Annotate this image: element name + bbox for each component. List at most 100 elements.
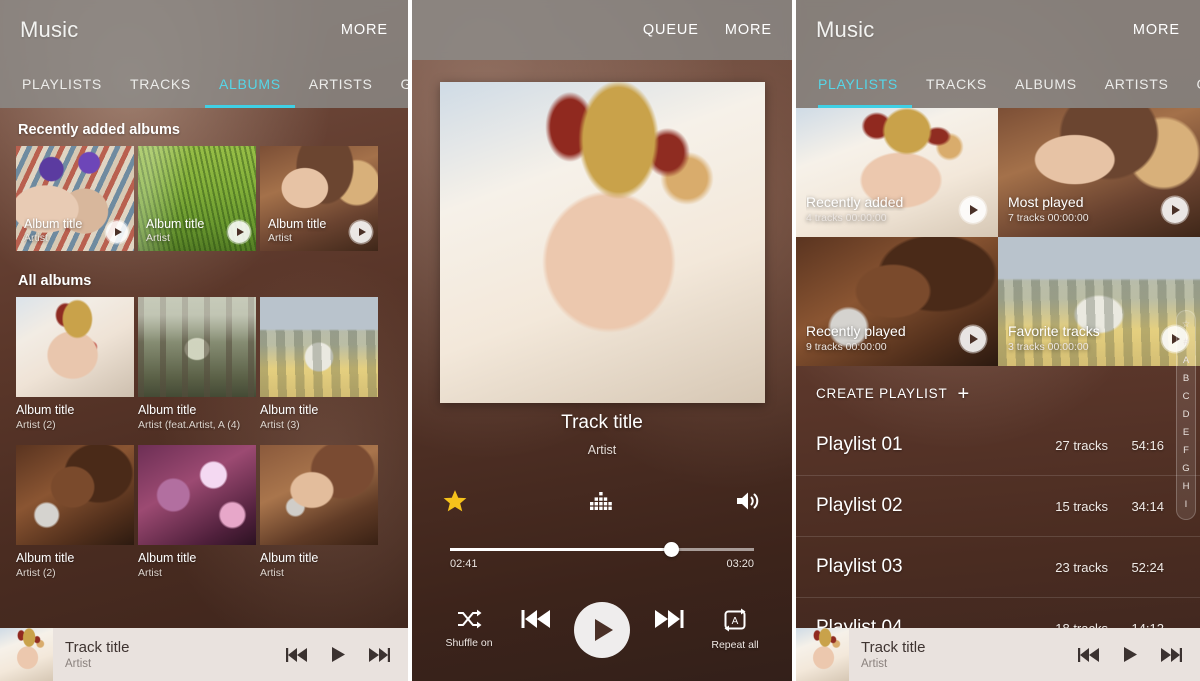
- previous-track-icon[interactable]: [1078, 647, 1100, 663]
- now-playing-artwork[interactable]: [440, 82, 765, 403]
- page-title: Music: [20, 17, 79, 42]
- play-icon[interactable]: [960, 197, 986, 223]
- index-letter[interactable]: B: [1183, 370, 1189, 387]
- tab-bar: PLAYLISTS TRACKS ALBUMS ARTISTS G: [796, 60, 1200, 108]
- mini-player-track: Track title: [861, 638, 926, 656]
- album-card[interactable]: Album title Artist (feat.Artist, A (4): [138, 297, 256, 431]
- index-letter[interactable]: H: [1183, 478, 1190, 495]
- playlist-tile[interactable]: Recently played 9 tracks 00:00:00: [796, 237, 998, 366]
- playlist-track-count: 23 tracks: [1055, 559, 1108, 575]
- playlist-tile[interactable]: Favorite tracks 3 tracks 00:00:00: [998, 237, 1200, 366]
- tab-genres[interactable]: G: [1183, 60, 1200, 108]
- index-letter[interactable]: E: [1183, 424, 1189, 441]
- playlist-list: Playlist 01 27 tracks 54:16 Playlist 02 …: [796, 415, 1200, 628]
- play-icon[interactable]: [350, 221, 372, 243]
- mini-player-artwork: [796, 628, 849, 681]
- tab-tracks[interactable]: TRACKS: [912, 60, 1001, 108]
- tab-tracks[interactable]: TRACKS: [116, 60, 205, 108]
- tab-albums[interactable]: ALBUMS: [204, 60, 295, 108]
- index-letter[interactable]: ☆: [1182, 316, 1191, 333]
- previous-track-icon: [521, 608, 551, 630]
- playlist-tile-title: Favorite tracks: [1008, 323, 1100, 339]
- playlist-tile[interactable]: Most played 7 tracks 00:00:00: [998, 108, 1200, 237]
- seek-time-row: 02:41 03:20: [450, 558, 754, 570]
- more-button[interactable]: MORE: [1133, 22, 1180, 38]
- play-icon[interactable]: [1162, 197, 1188, 223]
- mini-player-controls: [1078, 646, 1200, 663]
- play-icon[interactable]: [228, 221, 250, 243]
- tab-bar: PLAYLISTS TRACKS ALBUMS ARTISTS G: [0, 60, 408, 108]
- next-track-icon[interactable]: [368, 647, 390, 663]
- playlist-tile-subtitle: 7 tracks 00:00:00: [1008, 212, 1089, 224]
- queue-button[interactable]: QUEUE: [643, 22, 699, 38]
- tab-playlists[interactable]: PLAYLISTS: [818, 60, 912, 108]
- shuffle-button[interactable]: Shuffle on: [438, 608, 500, 649]
- playlists-scroll-area[interactable]: Recently added 4 tracks 00:00:00 Most pl…: [796, 108, 1200, 628]
- create-playlist-label: CREATE PLAYLIST: [816, 386, 948, 401]
- index-letter[interactable]: C: [1183, 388, 1190, 405]
- play-pause-button[interactable]: [571, 602, 633, 658]
- equalizer-icon[interactable]: [588, 489, 614, 513]
- index-letter[interactable]: F: [1183, 442, 1189, 459]
- repeat-button[interactable]: A Repeat all: [704, 608, 766, 651]
- mini-player[interactable]: Track title Artist: [796, 628, 1200, 681]
- phone-panel-albums: Music MORE PLAYLISTS TRACKS ALBUMS ARTIS…: [0, 0, 408, 681]
- index-letter[interactable]: A: [1183, 352, 1189, 369]
- next-track-icon[interactable]: [1160, 647, 1182, 663]
- more-button[interactable]: MORE: [341, 22, 388, 38]
- album-card[interactable]: Album title Artist: [260, 146, 378, 251]
- list-item[interactable]: Playlist 03 23 tracks 52:24: [796, 537, 1200, 598]
- previous-track-icon[interactable]: [286, 647, 308, 663]
- tab-genres[interactable]: G: [387, 60, 408, 108]
- album-card[interactable]: Album title Artist: [138, 445, 256, 579]
- playlist-tile[interactable]: Recently added 4 tracks 00:00:00: [796, 108, 998, 237]
- tab-artists[interactable]: ARTISTS: [295, 60, 387, 108]
- tab-albums[interactable]: ALBUMS: [1001, 60, 1091, 108]
- tab-artists[interactable]: ARTISTS: [1091, 60, 1183, 108]
- playlist-tile-subtitle: 4 tracks 00:00:00: [806, 212, 887, 224]
- seek-handle[interactable]: [664, 542, 680, 557]
- album-card[interactable]: Album title Artist: [138, 146, 256, 251]
- album-artist: Artist (2): [16, 567, 56, 579]
- previous-track-button[interactable]: [505, 608, 567, 630]
- playlist-name: Playlist 03: [816, 556, 903, 577]
- album-title: Album title: [24, 217, 83, 231]
- tab-playlists[interactable]: PLAYLISTS: [22, 60, 116, 108]
- list-item[interactable]: Playlist 02 15 tracks 34:14: [796, 476, 1200, 537]
- album-card[interactable]: Album title Artist: [16, 146, 134, 251]
- create-playlist-button[interactable]: CREATE PLAYLIST +: [796, 366, 1200, 415]
- alphabet-index-scrollbar[interactable]: ☆ # A B C D E F G H I: [1176, 310, 1196, 520]
- next-track-button[interactable]: [638, 608, 700, 630]
- more-button[interactable]: MORE: [725, 22, 772, 38]
- albums-scroll-area[interactable]: Recently added albums Album title Artist…: [0, 108, 408, 628]
- album-card[interactable]: Album title Artist (2): [16, 445, 134, 579]
- index-letter[interactable]: G: [1182, 460, 1189, 477]
- play-icon[interactable]: [960, 326, 986, 352]
- album-artwork: [16, 445, 134, 545]
- shuffle-icon: [456, 608, 482, 630]
- volume-icon[interactable]: [734, 489, 762, 513]
- playlist-tile-title: Most played: [1008, 194, 1084, 210]
- recently-added-albums-header: Recently added albums: [18, 122, 180, 138]
- album-artist: Artist: [24, 232, 48, 244]
- album-card[interactable]: Album title Artist (3): [260, 297, 378, 431]
- phone-panel-now-playing: QUEUE MORE Track title Artist 02:41 03:2…: [412, 0, 792, 681]
- album-card[interactable]: Album title Artist: [260, 445, 378, 579]
- playlist-tile-meta: Recently added 4 tracks 00:00:00: [806, 193, 950, 225]
- album-card[interactable]: Album title Artist (2): [16, 297, 134, 431]
- list-item[interactable]: Playlist 01 27 tracks 54:16: [796, 415, 1200, 476]
- album-artwork: [16, 297, 134, 397]
- mini-player[interactable]: Track title Artist: [0, 628, 408, 681]
- index-letter[interactable]: #: [1183, 334, 1188, 351]
- index-letter[interactable]: I: [1185, 496, 1188, 513]
- repeat-label: Repeat all: [711, 639, 759, 651]
- index-letter[interactable]: D: [1183, 406, 1190, 423]
- playlist-name: Playlist 01: [816, 434, 903, 455]
- play-icon[interactable]: [1122, 646, 1138, 663]
- playlist-tile-title: Recently played: [806, 323, 906, 339]
- play-icon[interactable]: [330, 646, 346, 663]
- list-item[interactable]: Playlist 04 18 tracks 14:12: [796, 598, 1200, 628]
- album-artwork: [138, 445, 256, 545]
- play-icon[interactable]: [106, 221, 128, 243]
- star-icon[interactable]: [442, 488, 468, 514]
